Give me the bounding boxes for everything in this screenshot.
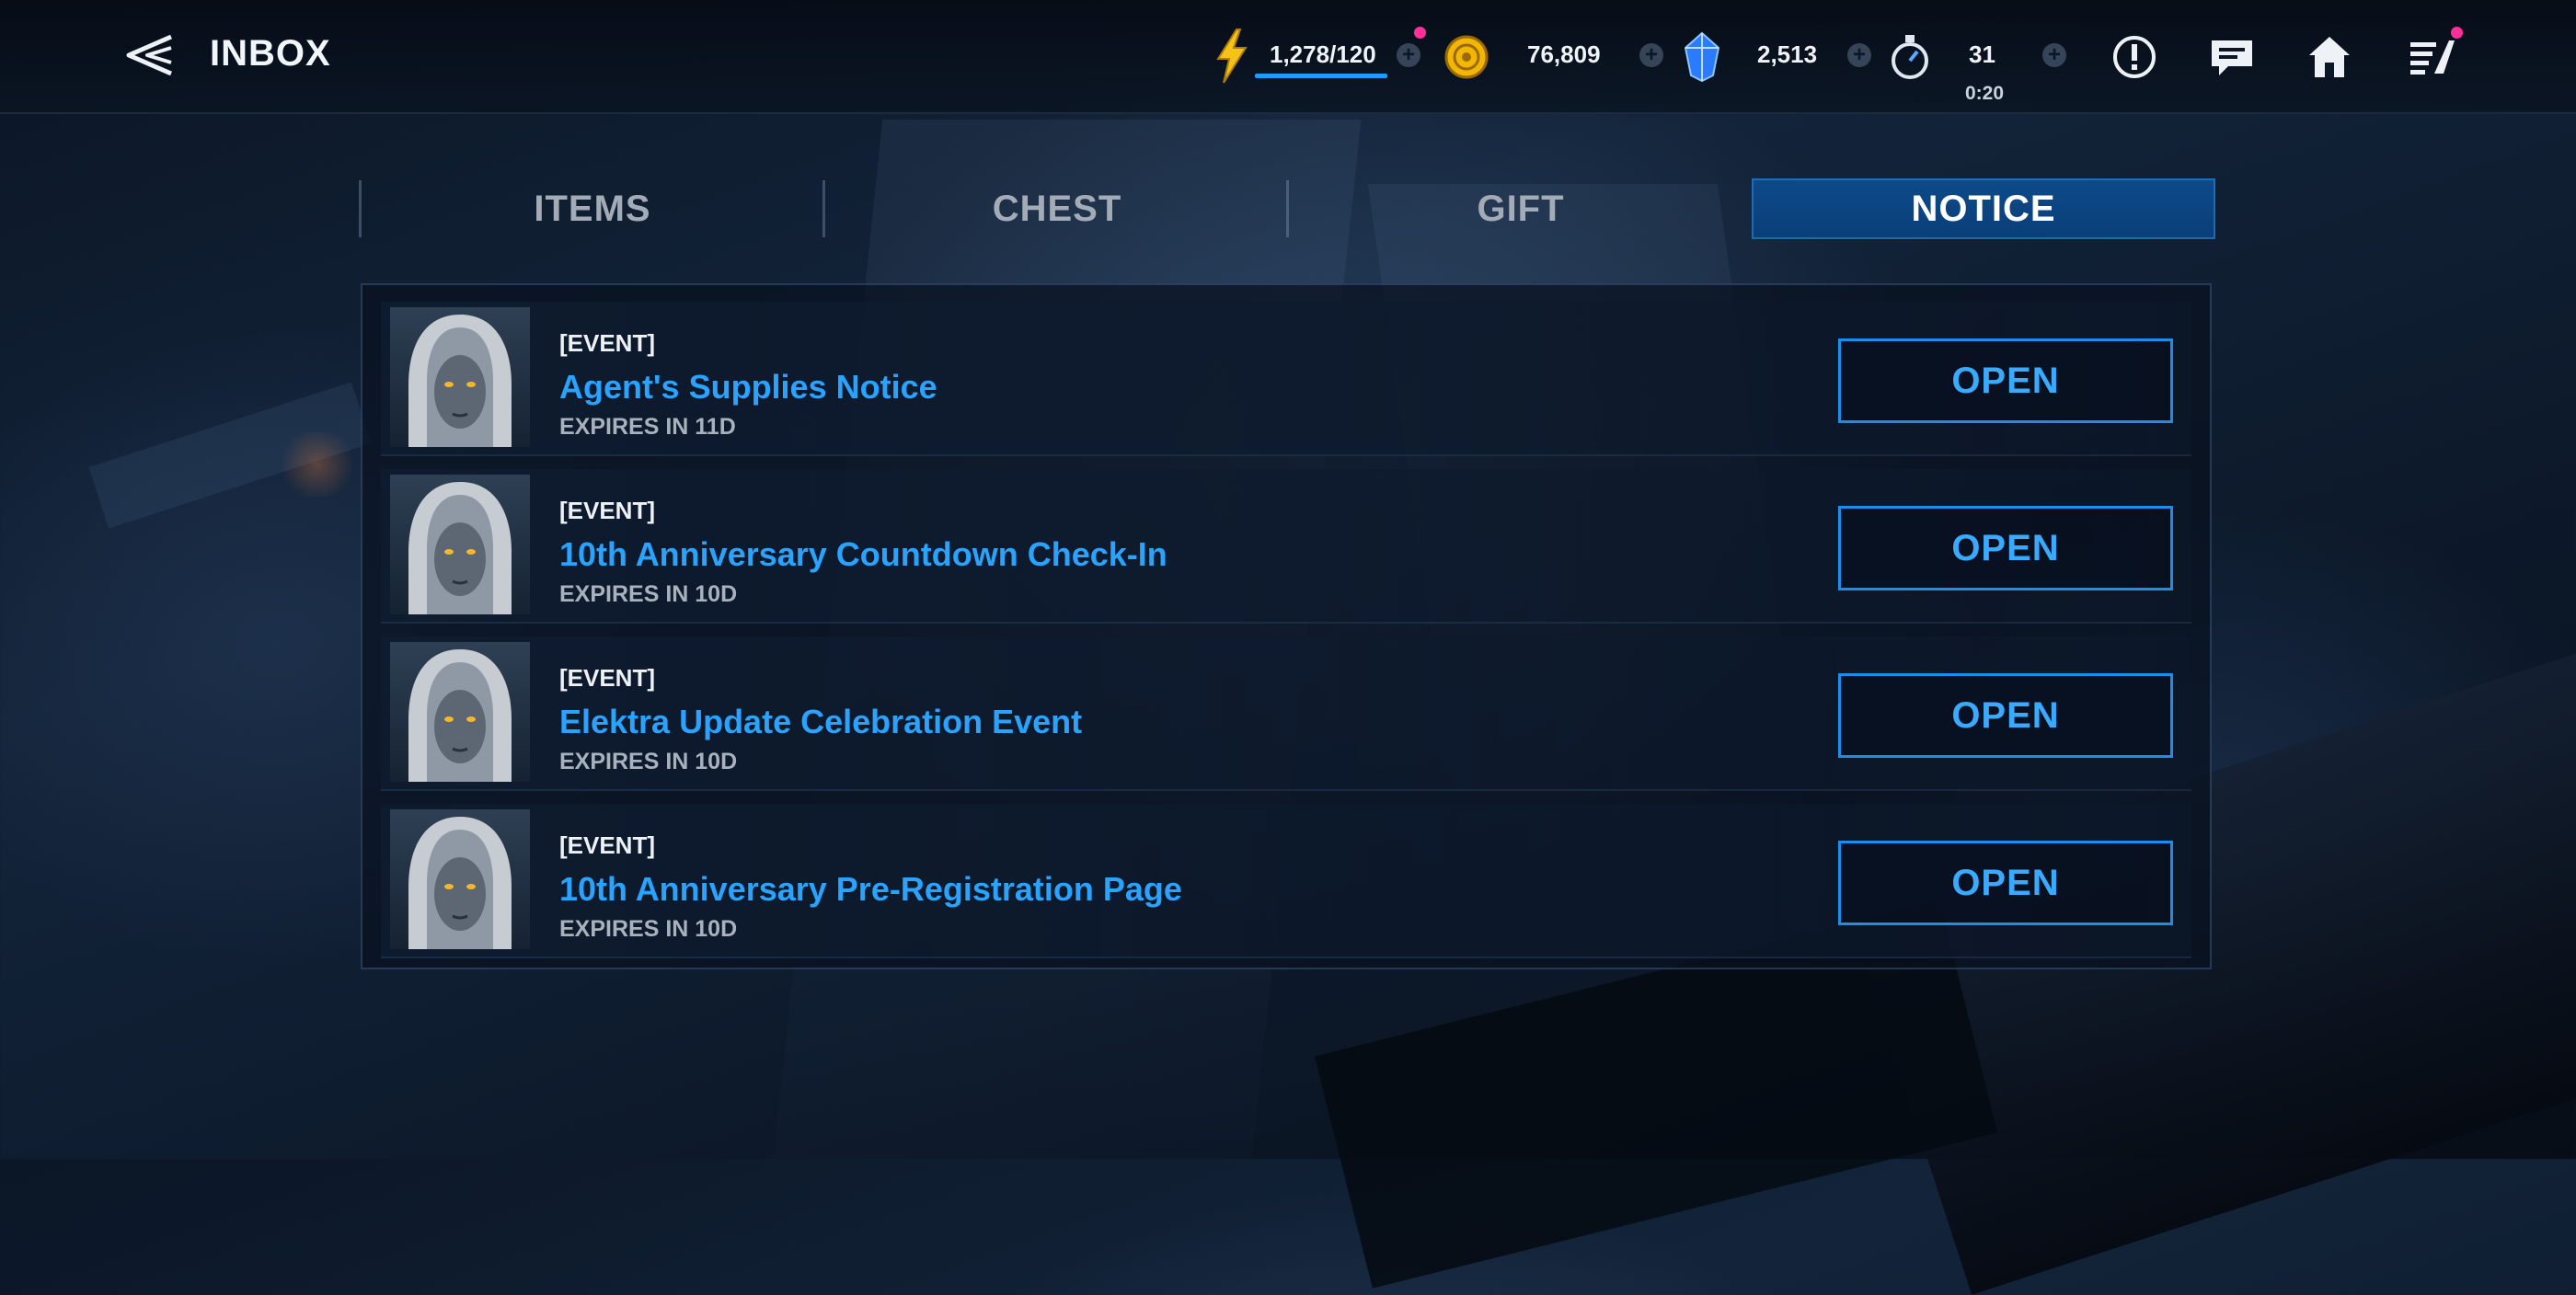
- background-billboard: [88, 382, 372, 529]
- message-row: [EVENT] 10th Anniversary Pre-Registratio…: [381, 804, 2191, 958]
- energy-value: 1,278/120: [1270, 40, 1376, 68]
- stopwatch-icon: [1892, 35, 1928, 79]
- message-tag: [EVENT]: [559, 831, 655, 859]
- alert-icon: [2113, 36, 2156, 78]
- message-tag: [EVENT]: [559, 497, 655, 524]
- energy-progress-bar: [1255, 74, 1387, 78]
- sender-avatar: [390, 642, 530, 782]
- notification-dot: [2451, 27, 2463, 39]
- chat-button[interactable]: [2208, 33, 2256, 81]
- open-button[interactable]: OPEN: [1838, 338, 2173, 423]
- message-row: [EVENT] Agent's Supplies Notice EXPIRES …: [381, 302, 2191, 456]
- home-icon: [2309, 37, 2350, 77]
- crystal-value: 2,513: [1757, 40, 1818, 68]
- top-bar: INBOX 1,278/120 + 76,809 + 2,513 + 31 0:…: [0, 0, 2576, 114]
- message-title: Elektra Update Celebration Event: [559, 703, 1083, 740]
- tab-items[interactable]: ITEMS: [361, 178, 824, 239]
- alert-button[interactable]: [2110, 33, 2158, 81]
- notification-dot: [1414, 27, 1426, 39]
- message-title: 10th Anniversary Countdown Check-In: [559, 535, 1167, 573]
- hooded-agent-portrait-icon: [408, 482, 512, 614]
- sender-avatar: [390, 307, 530, 447]
- lightning-icon: [1216, 29, 1248, 84]
- message-expiry: EXPIRES IN 10D: [559, 581, 738, 607]
- message-list: [EVENT] Agent's Supplies Notice EXPIRES …: [361, 283, 2212, 969]
- message-row: [EVENT] Elektra Update Celebration Event…: [381, 636, 2191, 791]
- sender-avatar: [390, 475, 530, 614]
- gold-value: 76,809: [1527, 40, 1601, 68]
- menu-icon: [2410, 40, 2455, 74]
- tab-notice[interactable]: NOTICE: [1752, 178, 2215, 239]
- hooded-agent-portrait-icon: [408, 649, 512, 782]
- stamina-timer: 0:20: [1965, 83, 2005, 104]
- add-gold-button[interactable]: +: [1639, 43, 1663, 67]
- menu-button[interactable]: [2407, 33, 2455, 81]
- gold-coin-icon: [1444, 35, 1489, 79]
- back-button[interactable]: [123, 31, 175, 79]
- message-expiry: EXPIRES IN 11D: [559, 414, 736, 440]
- add-stamina-button[interactable]: +: [2042, 43, 2066, 67]
- stamina-value: 31: [1969, 40, 1995, 68]
- home-button[interactable]: [2306, 33, 2353, 81]
- add-energy-button[interactable]: +: [1397, 43, 1420, 67]
- open-button[interactable]: OPEN: [1838, 673, 2173, 758]
- message-row: [EVENT] 10th Anniversary Countdown Check…: [381, 469, 2191, 624]
- page-title: INBOX: [210, 33, 331, 74]
- chat-icon: [2212, 40, 2252, 75]
- sender-avatar: [390, 809, 530, 949]
- add-crystal-button[interactable]: +: [1847, 43, 1871, 67]
- message-title: Agent's Supplies Notice: [559, 368, 937, 406]
- background-light: [276, 432, 359, 497]
- inbox-tabs: ITEMS CHEST GIFT NOTICE: [359, 178, 2215, 239]
- tab-chest[interactable]: CHEST: [825, 178, 1289, 239]
- message-expiry: EXPIRES IN 10D: [559, 916, 738, 942]
- back-arrow-icon: [126, 34, 172, 76]
- hooded-agent-portrait-icon: [408, 315, 512, 447]
- message-tag: [EVENT]: [559, 329, 655, 357]
- message-tag: [EVENT]: [559, 664, 655, 692]
- blue-crystal-icon: [1684, 31, 1720, 83]
- open-button[interactable]: OPEN: [1838, 506, 2173, 590]
- message-expiry: EXPIRES IN 10D: [559, 749, 738, 774]
- hooded-agent-portrait-icon: [408, 817, 512, 949]
- message-title: 10th Anniversary Pre-Registration Page: [559, 870, 1182, 908]
- tab-gift[interactable]: GIFT: [1289, 178, 1753, 239]
- open-button[interactable]: OPEN: [1838, 841, 2173, 925]
